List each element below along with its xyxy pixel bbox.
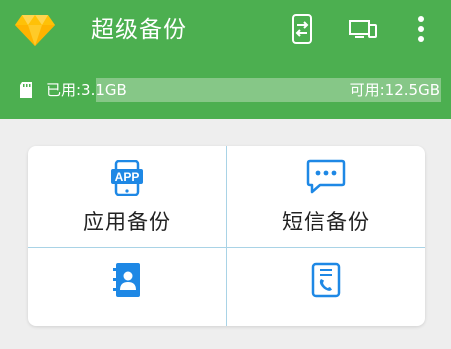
app-bar: 超级备份 已用:3.1GB 可用:12.5GB — [0, 0, 451, 119]
app-backup-tile[interactable]: APP 应用备份 — [28, 146, 226, 247]
app-badge-text: APP — [115, 170, 140, 184]
app-title: 超级备份 — [91, 17, 187, 43]
backup-grid: APP 应用备份 短信备份 — [28, 146, 425, 326]
call-log-backup-tile[interactable] — [227, 248, 425, 349]
contacts-book-icon — [113, 263, 140, 297]
more-vert-icon — [418, 16, 424, 42]
app-phone-icon: APP — [111, 160, 143, 196]
sms-bubble-icon — [306, 159, 346, 194]
more-options-button[interactable] — [408, 12, 434, 46]
devices-icon — [349, 20, 377, 38]
swap-icon — [292, 14, 312, 44]
devices-button[interactable] — [345, 12, 381, 46]
app-backup-label: 应用备份 — [83, 210, 171, 234]
sms-backup-label: 短信备份 — [282, 210, 370, 234]
storage-bar: 已用:3.1GB 可用:12.5GB — [12, 78, 441, 102]
call-log-icon — [311, 262, 341, 298]
swap-button[interactable] — [286, 12, 318, 46]
contacts-backup-tile[interactable] — [28, 248, 226, 349]
diamond-logo-icon — [15, 15, 55, 46]
storage-used-label: 已用:3.1GB — [46, 81, 127, 99]
storage-available-label: 可用:12.5GB — [349, 81, 440, 99]
sms-backup-tile[interactable]: 短信备份 — [227, 146, 425, 247]
sd-card-icon — [20, 82, 32, 98]
